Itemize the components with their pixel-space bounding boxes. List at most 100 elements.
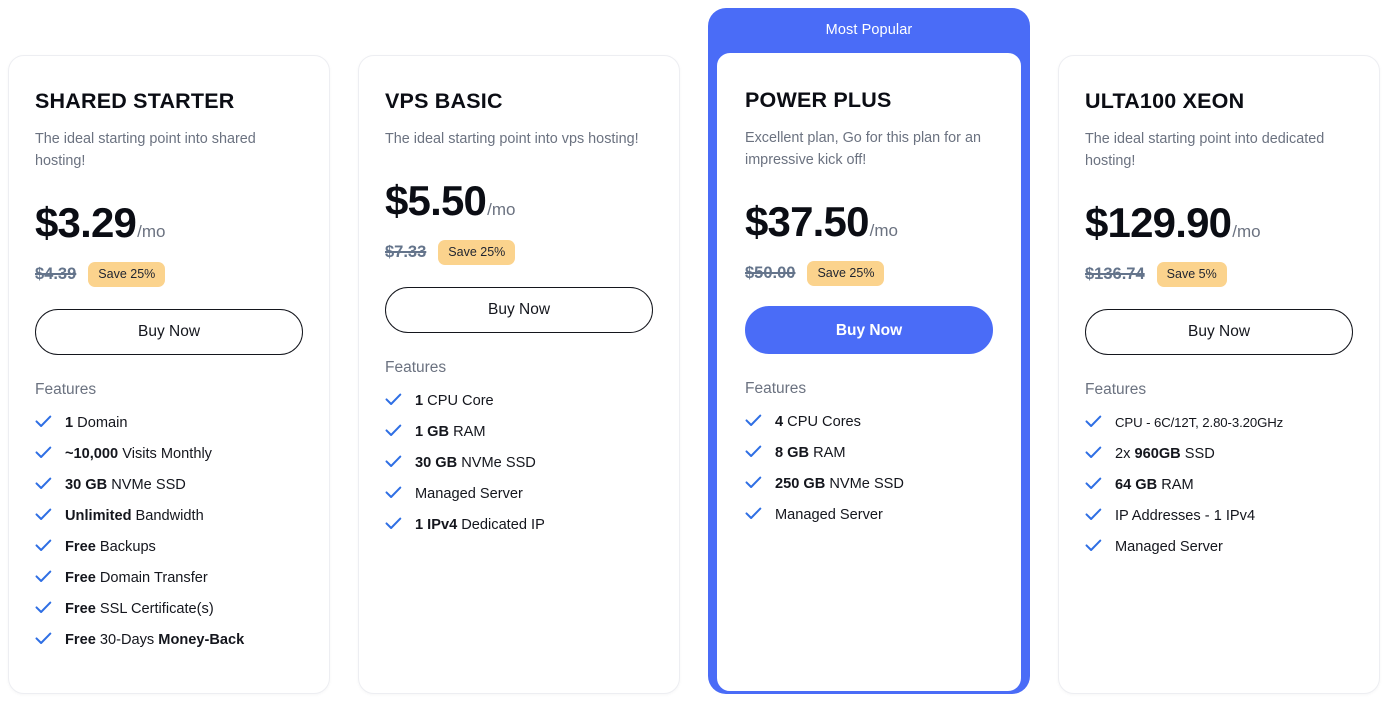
plan-tagline: The ideal starting point into vps hostin…	[385, 130, 639, 147]
feature-highlight: 30 GB	[415, 454, 458, 471]
feature-label: 250 GB NVMe SSD	[775, 474, 904, 494]
feature-text-part: Domain	[73, 414, 128, 431]
price-amount: $3.29	[35, 198, 137, 246]
feature-highlight: Free	[65, 538, 96, 555]
buy-now-button[interactable]: Buy Now	[385, 286, 653, 333]
plan-card-featured: Most Popular POWER PLUS Excellent plan, Go…	[708, 8, 1030, 694]
features-list: 1 Domain ~10,000 Visits Monthly 30 GB NVMe…	[35, 413, 303, 650]
old-price: $50.00	[745, 263, 796, 282]
feature-label: 1 Domain	[65, 413, 127, 433]
check-icon	[1085, 508, 1102, 521]
feature-text-part: 30-Days	[95, 631, 159, 648]
feature-item: CPU - 6C/12T, 2.80-3.20GHz	[1085, 413, 1353, 433]
price-row: $5.50/mo	[385, 179, 653, 222]
features-label: Features	[385, 358, 447, 376]
price-period: /mo	[487, 199, 516, 219]
feature-text-part: RAM	[1157, 476, 1194, 493]
feature-text-part: Backups	[95, 538, 156, 555]
feature-highlight: 1	[415, 392, 424, 409]
feature-text-part: CPU - 6C/12T, 2.80-3.20GHz	[1115, 414, 1284, 430]
feature-item: 4 CPU Cores	[745, 412, 993, 432]
check-icon	[35, 570, 52, 583]
save-badge: Save 5%	[1156, 261, 1227, 287]
price-row: $37.50/mo	[745, 197, 993, 245]
feature-item: 30 GB NVMe SSD	[385, 453, 653, 473]
feature-text-part: CPU Core	[423, 392, 494, 409]
plan-card-inner: POWER PLUS Excellent plan, Go for this pl…	[716, 52, 1022, 692]
feature-label: Free Domain Transfer	[65, 568, 208, 588]
features-list: 1 CPU Core 1 GB RAM 30 GB NVMe SSD Managed …	[385, 391, 653, 535]
feature-highlight: 1 GB	[415, 423, 450, 440]
check-icon	[385, 393, 402, 406]
feature-highlight: 1	[65, 414, 74, 431]
price-period: /mo	[137, 221, 166, 241]
price-amount: $37.50	[745, 197, 869, 245]
feature-text-part: Managed Server	[415, 485, 523, 502]
buy-now-button[interactable]: Buy Now	[745, 305, 993, 354]
feature-item: 8 GB RAM	[745, 443, 993, 463]
features-label: Features	[35, 380, 97, 398]
feature-text-part: Dedicated IP	[457, 516, 545, 533]
check-icon	[745, 414, 762, 427]
price-period: /mo	[869, 220, 899, 240]
feature-item: 250 GB NVMe SSD	[745, 474, 993, 494]
feature-label: Unlimited Bandwidth	[65, 506, 204, 526]
feature-label: Managed Server	[775, 505, 883, 525]
feature-item: Managed Server	[1085, 537, 1353, 557]
buy-now-button[interactable]: Buy Now	[35, 308, 303, 355]
check-icon	[385, 455, 402, 468]
check-icon	[35, 632, 52, 645]
feature-label: Managed Server	[415, 484, 523, 504]
feature-highlight: 1 IPv4	[415, 516, 458, 533]
feature-label: 30 GB NVMe SSD	[65, 475, 186, 495]
feature-highlight: Money-Back	[158, 631, 245, 648]
feature-item: 1 IPv4 Dedicated IP	[385, 515, 653, 535]
feature-highlight: 4	[775, 413, 784, 430]
price-period: /mo	[1232, 221, 1261, 241]
pricing-plans-grid: SHARED STARTER The ideal starting point i…	[0, 0, 1395, 712]
feature-item: IP Addresses - 1 IPv4	[1085, 506, 1353, 526]
price-amount: $129.90	[1085, 198, 1232, 246]
feature-text-part: 2x	[1115, 445, 1135, 462]
check-icon	[35, 601, 52, 614]
feature-text-part: RAM	[809, 444, 846, 461]
check-icon	[745, 476, 762, 489]
feature-label: 4 CPU Cores	[775, 412, 861, 432]
feature-highlight: Unlimited	[65, 507, 132, 524]
plan-name: ULTA100 XEON	[1085, 89, 1245, 113]
feature-item: Free Domain Transfer	[35, 568, 303, 588]
plan-card: VPS BASIC The ideal starting point into v…	[358, 55, 680, 694]
feature-label: 1 CPU Core	[415, 391, 494, 411]
old-price: $136.74	[1085, 264, 1145, 283]
features-list: CPU - 6C/12T, 2.80-3.20GHz 2x 960GB SSD 64…	[1085, 413, 1353, 557]
feature-highlight: ~10,000	[65, 445, 119, 462]
plan-tagline: The ideal starting point into shared hos…	[35, 130, 256, 169]
old-price: $4.39	[35, 264, 77, 283]
plan-tagline: Excellent plan, Go for this plan for an …	[745, 129, 981, 168]
buy-now-button[interactable]: Buy Now	[1085, 308, 1353, 355]
check-icon	[35, 508, 52, 521]
feature-item: 1 GB RAM	[385, 422, 653, 442]
check-icon	[385, 517, 402, 530]
save-badge: Save 25%	[438, 239, 516, 265]
feature-text-part: RAM	[449, 423, 486, 440]
check-icon	[745, 507, 762, 520]
old-price-row: $7.33 Save 25%	[385, 239, 653, 265]
feature-label: CPU - 6C/12T, 2.80-3.20GHz	[1115, 413, 1283, 433]
feature-label: ~10,000 Visits Monthly	[65, 444, 212, 464]
price-row: $3.29/mo	[35, 198, 303, 246]
feature-label: 1 IPv4 Dedicated IP	[415, 515, 545, 535]
feature-item: Managed Server	[745, 505, 993, 525]
save-badge: Save 25%	[88, 261, 166, 287]
feature-label: 64 GB RAM	[1115, 475, 1194, 495]
feature-item: Free SSL Certificate(s)	[35, 599, 303, 619]
plan-card: SHARED STARTER The ideal starting point i…	[8, 55, 330, 694]
feature-item: Free 30-Days Money-Back	[35, 630, 303, 650]
most-popular-banner: Most Popular	[825, 22, 913, 38]
check-icon	[35, 477, 52, 490]
feature-text-part: Domain Transfer	[95, 569, 208, 586]
feature-highlight: 250 GB	[775, 475, 826, 492]
feature-item: Managed Server	[385, 484, 653, 504]
check-icon	[385, 486, 402, 499]
feature-highlight: 64 GB	[1115, 476, 1158, 493]
